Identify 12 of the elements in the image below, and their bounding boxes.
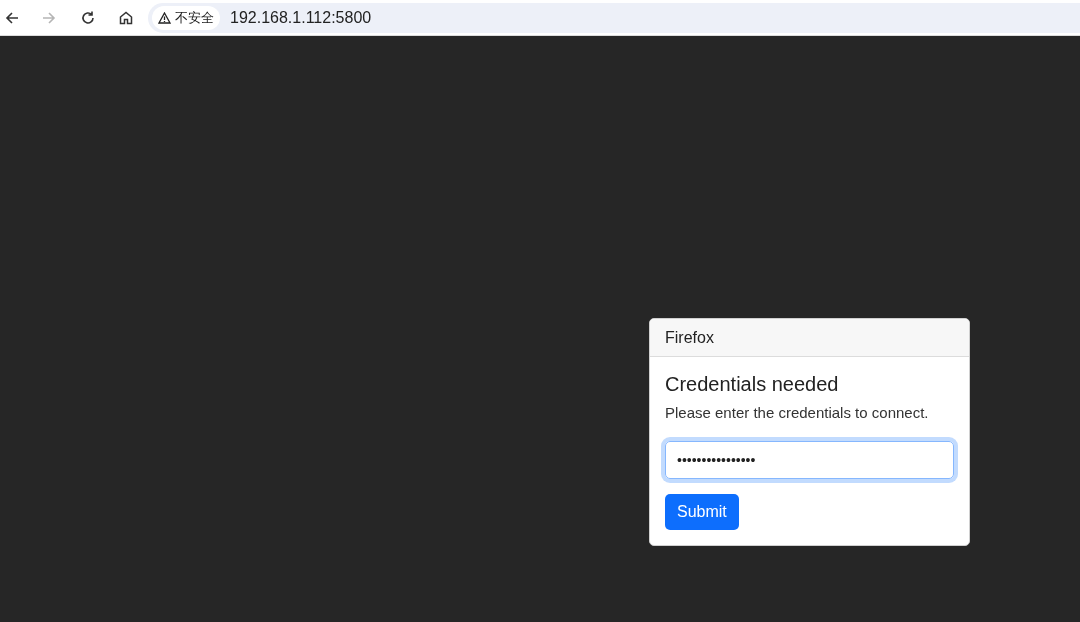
- url-text: 192.168.1.112:5800: [230, 7, 372, 28]
- security-label: 不安全: [175, 8, 214, 27]
- warning-icon: [158, 11, 171, 24]
- address-bar[interactable]: 不安全 192.168.1.112:5800: [148, 2, 1080, 33]
- reload-icon[interactable]: [80, 9, 96, 26]
- dialog-heading: Credentials needed: [665, 372, 840, 396]
- security-chip[interactable]: 不安全: [152, 5, 220, 30]
- dialog-title: Firefox: [665, 327, 714, 348]
- submit-button[interactable]: Submit: [665, 493, 739, 530]
- dialog-message: Please enter the credentials to connect.: [665, 403, 930, 423]
- back-icon[interactable]: [4, 9, 20, 26]
- home-icon[interactable]: [118, 9, 134, 26]
